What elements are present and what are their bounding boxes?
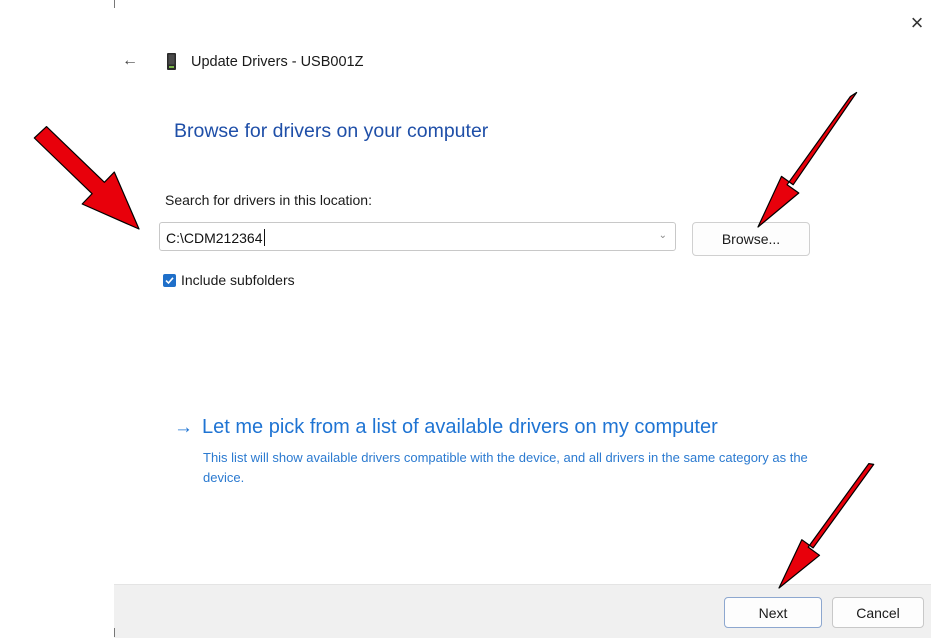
page-heading: Browse for drivers on your computer — [174, 120, 489, 142]
chevron-down-icon[interactable]: ⌄ — [659, 230, 667, 241]
pick-from-list-link[interactable]: → Let me pick from a list of available d… — [174, 416, 718, 439]
red-arrow-icon — [757, 91, 858, 228]
include-subfolders-checkbox[interactable]: Include subfolders — [163, 272, 295, 288]
checkbox-checked-icon[interactable] — [163, 273, 176, 287]
search-location-label: Search for drivers in this location: — [165, 192, 372, 208]
arrow-right-icon: → — [174, 416, 193, 438]
usb-device-icon — [167, 53, 176, 70]
red-arrow-icon — [33, 125, 140, 230]
search-location-input[interactable]: C:\CDM212364 ⌄ — [159, 222, 676, 251]
text-caret — [263, 229, 265, 246]
search-location-value: C:\CDM212364 — [166, 230, 263, 246]
next-button[interactable]: Next — [724, 597, 822, 628]
back-button[interactable]: ← — [120, 51, 140, 71]
close-icon: × — [910, 10, 924, 35]
dialog-title: Update Drivers - USB001Z — [191, 54, 364, 70]
browse-button[interactable]: Browse... — [692, 222, 810, 256]
pick-from-list-title[interactable]: Let me pick from a list of available dri… — [202, 416, 718, 439]
window-edge — [114, 0, 115, 8]
include-subfolders-label: Include subfolders — [181, 272, 295, 288]
window-edge-bottom — [114, 628, 115, 637]
cancel-button[interactable]: Cancel — [832, 597, 924, 628]
close-button[interactable]: × — [904, 10, 930, 36]
pick-from-list-description: This list will show available drivers co… — [203, 450, 808, 485]
annotation-overlay — [33, 91, 875, 589]
back-arrow-icon: ← — [122, 52, 138, 69]
